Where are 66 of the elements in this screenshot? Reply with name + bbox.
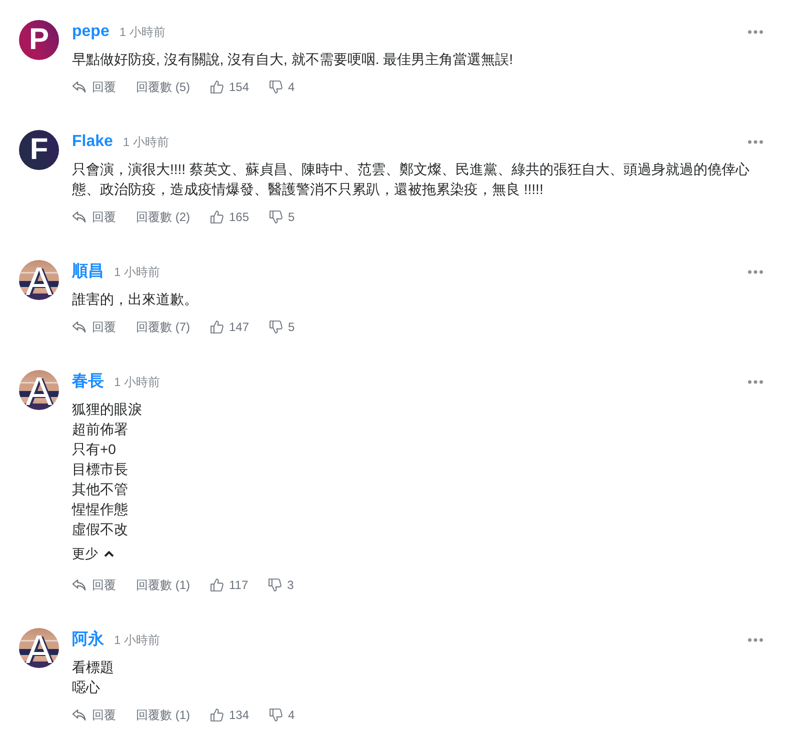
comment-text: 看標題 — [72, 658, 115, 677]
thumbs-up-icon — [210, 210, 224, 224]
comment-text: 其他不管 — [72, 480, 129, 499]
replies-button[interactable]: 回覆數 (5) — [136, 77, 190, 97]
like-button[interactable]: 147 — [210, 317, 250, 337]
username-link[interactable]: 順昌 — [72, 260, 104, 284]
dislike-button[interactable]: 4 — [269, 77, 295, 97]
username-link[interactable]: 阿永 — [72, 628, 104, 652]
timestamp: 1 小時前 — [114, 632, 160, 648]
dislike-button[interactable]: 5 — [269, 207, 295, 227]
like-button[interactable]: 134 — [210, 705, 250, 725]
comment-text: 只有+0 — [72, 440, 117, 459]
more-icon[interactable] — [748, 270, 763, 274]
more-icon[interactable] — [748, 638, 763, 642]
comment-text: 只會演，演很大!!!! 蔡英文、蘇貞昌、陳時中、范雲、鄭文燦、民進黨、綠共的張狂自大、頭過身就過的僥倖心態、政治防疫，造成疫情爆發、醫護警消不只累趴，還被拖累染疫，無良 !!!!! — [72, 160, 750, 199]
reply-icon — [72, 579, 86, 591]
reply-button[interactable]: 回覆 — [72, 705, 116, 725]
thumbs-down-icon — [269, 320, 284, 334]
thumbs-up-icon — [210, 80, 224, 94]
thumbs-down-icon — [269, 210, 284, 224]
reply-button[interactable]: 回覆 — [72, 207, 116, 227]
reply-icon — [72, 211, 86, 223]
username-link[interactable]: pepe — [72, 20, 110, 44]
comment-text: 目標市長 — [72, 460, 129, 479]
thumbs-down-icon — [268, 578, 282, 592]
avatar: P — [19, 20, 59, 60]
username-link[interactable]: 春長 — [72, 370, 104, 394]
reply-icon — [72, 321, 86, 333]
more-icon[interactable] — [748, 380, 763, 384]
comment-text: 早點做好防疫, 沒有關說, 沒有自大, 就不需要哽咽. 最佳男主角當選無誤! — [72, 50, 514, 69]
thumbs-up-icon — [210, 320, 224, 334]
dislike-button[interactable]: 3 — [268, 575, 294, 595]
like-button[interactable]: 154 — [210, 77, 250, 97]
timestamp: 1 小時前 — [114, 264, 160, 280]
replies-button[interactable]: 回覆數 (1) — [136, 705, 190, 725]
dislike-button[interactable]: 4 — [269, 705, 295, 725]
reply-icon — [72, 81, 86, 93]
reply-button[interactable]: 回覆 — [72, 575, 116, 595]
replies-button[interactable]: 回覆數 (7) — [136, 317, 190, 337]
replies-button[interactable]: 回覆數 (2) — [136, 207, 190, 227]
thumbs-down-icon — [269, 708, 284, 722]
timestamp: 1 小時前 — [119, 24, 166, 40]
like-button[interactable]: 165 — [210, 207, 250, 227]
reply-button[interactable]: 回覆 — [72, 77, 116, 97]
thumbs-up-icon — [210, 708, 224, 722]
comment-text: 狐狸的眼淚 — [72, 400, 143, 419]
chevron-up-icon — [104, 551, 114, 557]
more-icon[interactable] — [748, 30, 763, 34]
comment-text: 惺惺作態 — [72, 500, 129, 519]
more-icon[interactable] — [748, 140, 763, 144]
comment-text: 超前佈署 — [72, 420, 129, 439]
show-less-button[interactable]: 更少 — [72, 544, 114, 564]
replies-button[interactable]: 回覆數 (1) — [136, 575, 190, 595]
comment-text: 誰害的，出來道歉。 — [72, 290, 199, 309]
reply-button[interactable]: 回覆 — [72, 317, 116, 337]
thumbs-down-icon — [269, 80, 284, 94]
timestamp: 1 小時前 — [114, 374, 160, 390]
comment-text: 噁心 — [72, 678, 101, 697]
reply-icon — [72, 709, 86, 721]
thumbs-up-icon — [210, 578, 224, 592]
comment-text: 虛假不改 — [72, 520, 129, 539]
username-link[interactable]: Flake — [72, 130, 113, 154]
avatar: F — [19, 130, 59, 170]
timestamp: 1 小時前 — [122, 134, 169, 150]
like-button[interactable]: 117 — [210, 575, 248, 595]
dislike-button[interactable]: 5 — [269, 317, 295, 337]
